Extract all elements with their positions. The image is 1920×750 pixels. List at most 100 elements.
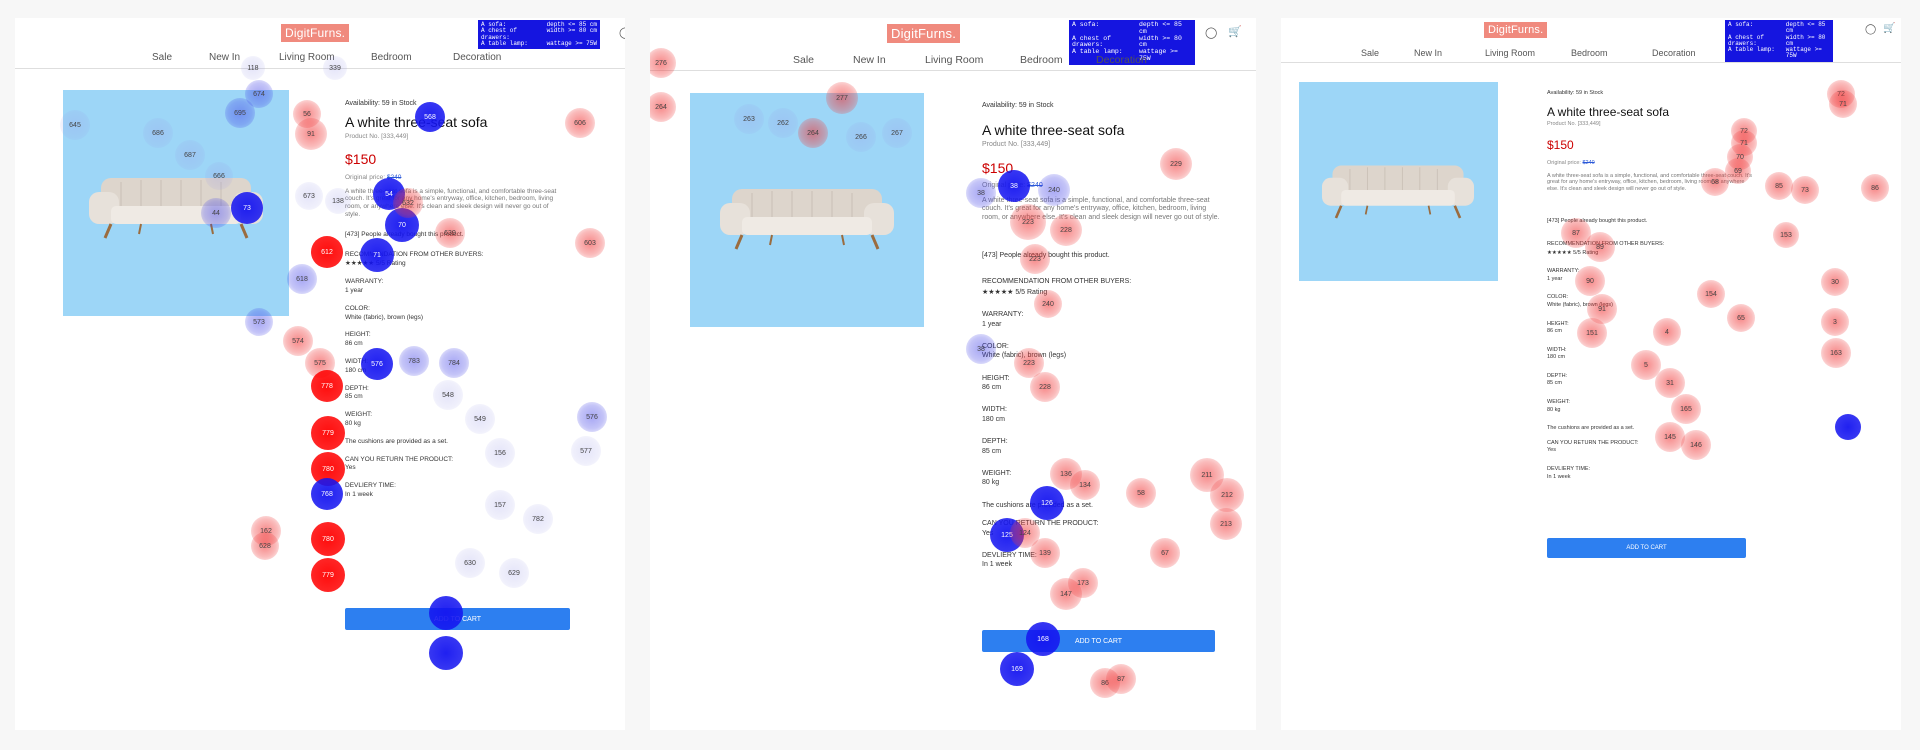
recording-panel-1: DigitFurns. A sofa: depth <= 85 cm A ches… [15, 18, 625, 730]
spec-value: 80 kg [982, 479, 1000, 487]
sold-count: [473] People already bought this product… [345, 230, 464, 238]
account-circle-icon[interactable]: ◯ [619, 26, 625, 39]
recommendation-label: RECOMMENDATION FROM OTHER BUYERS: [1547, 240, 1665, 247]
product-image [63, 90, 289, 316]
spec-label: WARRANTY: [982, 311, 1024, 319]
spec-rule: depth <= 85 cm [1785, 21, 1826, 35]
sold-count: [473] People already bought this product… [1547, 218, 1648, 225]
spec-value: 180 cm [1547, 354, 1566, 361]
nav-living-room[interactable]: Living Room [1485, 48, 1571, 58]
header-divider [650, 70, 1256, 71]
product-number: Product No. [333,449] [982, 141, 1051, 149]
spec-value: 1 year [982, 320, 1002, 328]
nav-bedroom[interactable]: Bedroom [1571, 48, 1652, 58]
product-price: $150 [345, 150, 377, 167]
delivery-value: In 1 week [982, 561, 1012, 569]
original-price-label: Original price: [1547, 159, 1581, 166]
nav-sale[interactable]: Sale [1361, 48, 1414, 58]
product-image [1299, 82, 1498, 281]
fixation-dot: 153 [1773, 222, 1799, 248]
spec-label: HEIGHT: [1547, 320, 1569, 327]
nav-new-in[interactable]: New In [853, 54, 925, 66]
spec-label: A table lamp: [1728, 46, 1775, 54]
brand-logo[interactable]: DigitFurns. [1484, 22, 1548, 38]
nav-new-in[interactable]: New In [1414, 48, 1485, 58]
spec-label: WIDTH: [1547, 346, 1567, 353]
original-price: Original price: $240 [982, 182, 1222, 190]
add-to-cart-button[interactable]: ADD TO CART [1547, 538, 1746, 558]
delivery-value: In 1 week [345, 490, 373, 498]
fixation-dot: 780 [311, 522, 345, 556]
spec-label: DEPTH: [345, 384, 369, 392]
header-divider [15, 68, 625, 69]
spec-label: WEIGHT: [345, 411, 373, 419]
brand-logo[interactable]: DigitFurns. [887, 24, 961, 43]
nav-sale[interactable]: Sale [793, 54, 853, 66]
main-nav: Sale New In Living Room Bedroom Decorati… [793, 54, 1147, 66]
fixation-dot: 779 [311, 416, 345, 450]
nav-decoration[interactable]: Decoration [1652, 48, 1696, 58]
fixation-dot: 71 [1829, 90, 1857, 118]
account-circle-icon[interactable]: ◯ [1205, 26, 1217, 39]
spec-value: 86 cm [1547, 328, 1562, 335]
return-label: CAN YOU RETURN THE PRODUCT: [982, 520, 1099, 528]
spec-value: 180 cm [345, 366, 367, 374]
fixation-dot: 30 [1821, 268, 1849, 296]
fixation-dot: 782 [523, 504, 553, 534]
fixation-dot: 606 [565, 108, 595, 138]
fixation-dot: 87 [1106, 664, 1136, 694]
rating-stars: ★★★★★ 5/5 Rating [1547, 249, 1599, 256]
nav-bedroom[interactable]: Bedroom [371, 52, 453, 63]
main-nav: Sale New In Living Room Bedroom Decorati… [1361, 48, 1696, 58]
account-circle-icon[interactable]: ◯ [1865, 24, 1876, 35]
product-image [690, 93, 924, 327]
spec-rule: wattage >= 75W [546, 39, 597, 47]
rating-stars: ★★★★★ 5/5 Rating [982, 288, 1048, 296]
product-details: Availability: 59 in Stock A white three-… [982, 102, 1222, 570]
spec-label: A chest of drawers: [1072, 34, 1112, 49]
cushions-note: The cushions are provided as a set. [1547, 425, 1635, 432]
fixation-dot: 630 [455, 548, 485, 578]
spec-value: 85 cm [345, 393, 363, 401]
nav-decoration[interactable]: Decoration [453, 52, 501, 63]
fixation-dot: 575 [305, 348, 335, 378]
add-to-cart-button[interactable]: ADD TO CART [345, 608, 570, 630]
nav-decoration[interactable]: Decoration [1096, 54, 1147, 66]
spec-label: COLOR: [1547, 294, 1569, 301]
nav-living-room[interactable]: Living Room [279, 52, 371, 63]
fixation-dot: 779 [311, 558, 345, 592]
product-description: A white three-seat sofa is a simple, fun… [982, 196, 1220, 221]
product-price: $150 [982, 159, 1014, 176]
spec-value: 80 kg [345, 419, 361, 427]
fixation-dot: 577 [571, 436, 601, 466]
spec-label: DEPTH: [982, 438, 1008, 446]
shopping-cart-icon[interactable]: 🛒 [1883, 23, 1895, 34]
fixation-dot: 163 [1821, 338, 1851, 368]
original-price-value: $240 [386, 173, 402, 181]
delivery-value: In 1 week [1547, 473, 1571, 480]
recording-panel-2: DigitFurns. A sofa: depth <= 85 cm A ches… [650, 18, 1256, 730]
fixation-dot: 778 [311, 370, 343, 402]
header-divider [1281, 62, 1901, 63]
nav-sale[interactable]: Sale [152, 52, 209, 63]
product-title: A white three-seat sofa [982, 122, 1125, 139]
spec-label: COLOR: [982, 342, 1009, 350]
nav-living-room[interactable]: Living Room [925, 54, 1020, 66]
spec-value: 80 kg [1547, 406, 1561, 413]
fixation-dot: 780 [311, 452, 345, 486]
spec-label: WARRANTY: [345, 278, 384, 286]
product-title: A white three-seat sofa [345, 114, 488, 131]
fixation-dot: 628 [251, 532, 279, 560]
return-value: Yes [345, 464, 356, 472]
nav-new-in[interactable]: New In [209, 52, 279, 63]
spec-value: White (fabric), brown (legs) [345, 313, 424, 321]
brand-logo[interactable]: DigitFurns. [281, 24, 350, 42]
spec-value: 180 cm [982, 415, 1005, 423]
nav-bedroom[interactable]: Bedroom [1020, 54, 1096, 66]
shopping-cart-icon[interactable]: 🛒 [1228, 25, 1242, 38]
spec-rule: width >= 80 cm [546, 27, 597, 35]
spec-label: A table lamp: [481, 39, 528, 47]
add-to-cart-button[interactable]: ADD TO CART [982, 630, 1215, 652]
spec-label: WIDTH: [345, 357, 369, 365]
original-price-value: $240 [1027, 182, 1043, 190]
